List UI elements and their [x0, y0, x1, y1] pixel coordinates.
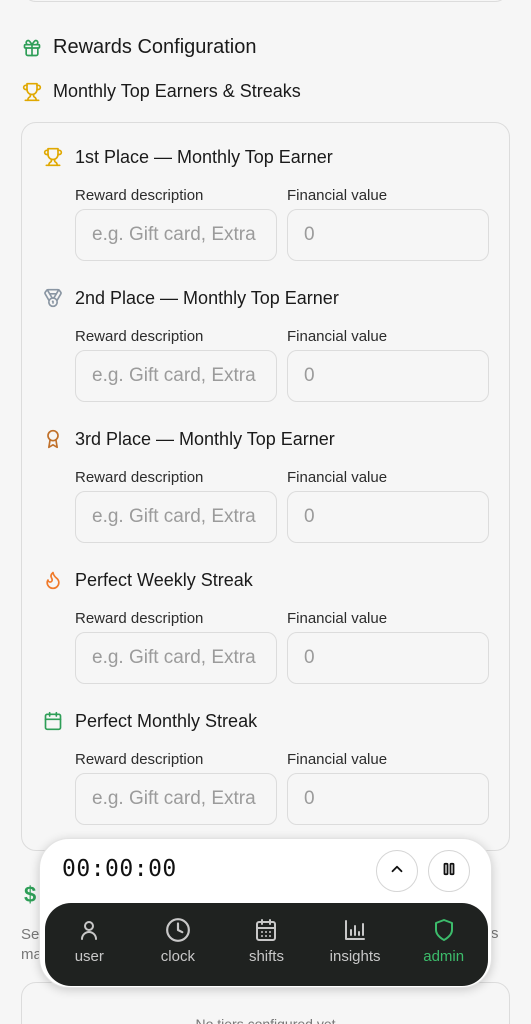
financial-value-input[interactable]: 0	[287, 632, 489, 684]
financial-value-label: Financial value	[287, 610, 388, 627]
trophy-icon	[42, 146, 64, 168]
reward-description-input[interactable]: e.g. Gift card, Extra	[75, 632, 277, 684]
chevron-up-icon	[388, 860, 406, 883]
medal-icon	[42, 287, 64, 309]
trophy-icon	[22, 82, 42, 102]
rewards-configuration-title: Rewards Configuration	[53, 36, 257, 58]
tiers-empty-text: No tiers configured yet	[195, 1016, 336, 1024]
rewards-configuration-heading: Rewards Configuration	[22, 36, 256, 59]
financial-value-label: Financial value	[287, 469, 388, 486]
nav-item-shifts[interactable]: shifts	[222, 903, 311, 986]
reward-weekly-streak: Perfect Weekly Streak Reward description…	[42, 569, 490, 699]
award-ribbon-icon	[42, 428, 64, 450]
reward-title-row: 3rd Place — Monthly Top Earner	[42, 428, 335, 450]
reward-description-label: Reward description	[75, 328, 204, 345]
reward-description-input[interactable]: e.g. Gift card, Extra	[75, 350, 277, 402]
nav-label: shifts	[248, 948, 284, 965]
gift-icon	[22, 38, 42, 58]
reward-third-place: 3rd Place — Monthly Top Earner Reward de…	[42, 428, 490, 558]
reward-title: 2nd Place — Monthly Top Earner	[75, 287, 339, 308]
nav-label: admin	[423, 948, 465, 965]
reward-description-label: Reward description	[75, 610, 204, 627]
calendar-grid-icon	[254, 916, 278, 944]
user-icon	[77, 916, 101, 944]
clock-icon	[165, 916, 191, 944]
reward-description-input[interactable]: e.g. Gift card, Extra	[75, 773, 277, 825]
reward-second-place: 2nd Place — Monthly Top Earner Reward de…	[42, 287, 490, 417]
reward-monthly-streak: Perfect Monthly Streak Reward descriptio…	[42, 710, 490, 840]
financial-value-input[interactable]: 0	[287, 491, 489, 543]
financial-value-label: Financial value	[287, 751, 388, 768]
nav-item-clock[interactable]: clock	[134, 903, 223, 986]
monthly-top-earners-heading: Monthly Top Earners & Streaks	[22, 81, 301, 102]
reward-description-input[interactable]: e.g. Gift card, Extra	[75, 491, 277, 543]
financial-value-label: Financial value	[287, 187, 388, 204]
financial-value-input[interactable]: 0	[287, 209, 489, 261]
nav-label: user	[74, 948, 104, 965]
reward-title: 1st Place — Monthly Top Earner	[75, 146, 333, 167]
bar-chart-icon	[343, 916, 367, 944]
nav-label: clock	[160, 948, 195, 965]
pause-icon	[440, 860, 458, 883]
rewards-card: 1st Place — Monthly Top Earner Reward de…	[21, 122, 510, 851]
tiers-empty-card: No tiers configured yet	[21, 982, 510, 1024]
monthly-top-earners-title: Monthly Top Earners & Streaks	[53, 81, 301, 101]
bottom-nav: user clock shifts insights admin	[45, 903, 488, 986]
nav-item-insights[interactable]: insights	[311, 903, 400, 986]
reward-description-label: Reward description	[75, 751, 204, 768]
tiers-description-right-partial: s	[491, 925, 499, 942]
previous-card-edge	[22, 0, 509, 2]
nav-label: insights	[329, 948, 381, 965]
timer-dock: 00:00:00 user clock shifts insights admi…	[39, 838, 492, 988]
financial-value-input[interactable]: 0	[287, 350, 489, 402]
calendar-icon	[42, 710, 64, 732]
timer-display: 00:00:00	[62, 856, 177, 882]
reward-title-row: Perfect Monthly Streak	[42, 710, 257, 732]
nav-item-user[interactable]: user	[45, 903, 134, 986]
reward-title-row: Perfect Weekly Streak	[42, 569, 253, 591]
reward-description-label: Reward description	[75, 469, 204, 486]
reward-description-label: Reward description	[75, 187, 204, 204]
reward-title-row: 1st Place — Monthly Top Earner	[42, 146, 333, 168]
financial-value-label: Financial value	[287, 328, 388, 345]
dollar-icon: $	[24, 882, 37, 907]
reward-title: 3rd Place — Monthly Top Earner	[75, 428, 335, 449]
reward-first-place: 1st Place — Monthly Top Earner Reward de…	[42, 146, 490, 276]
nav-item-admin[interactable]: admin	[399, 903, 488, 986]
shield-icon	[432, 916, 456, 944]
flame-icon	[42, 569, 64, 591]
reward-title: Perfect Monthly Streak	[75, 710, 258, 731]
reward-description-input[interactable]: e.g. Gift card, Extra	[75, 209, 277, 261]
pause-button[interactable]	[428, 850, 470, 892]
financial-value-input[interactable]: 0	[287, 773, 489, 825]
reward-title: Perfect Weekly Streak	[75, 569, 253, 590]
expand-button[interactable]	[376, 850, 418, 892]
reward-title-row: 2nd Place — Monthly Top Earner	[42, 287, 339, 309]
